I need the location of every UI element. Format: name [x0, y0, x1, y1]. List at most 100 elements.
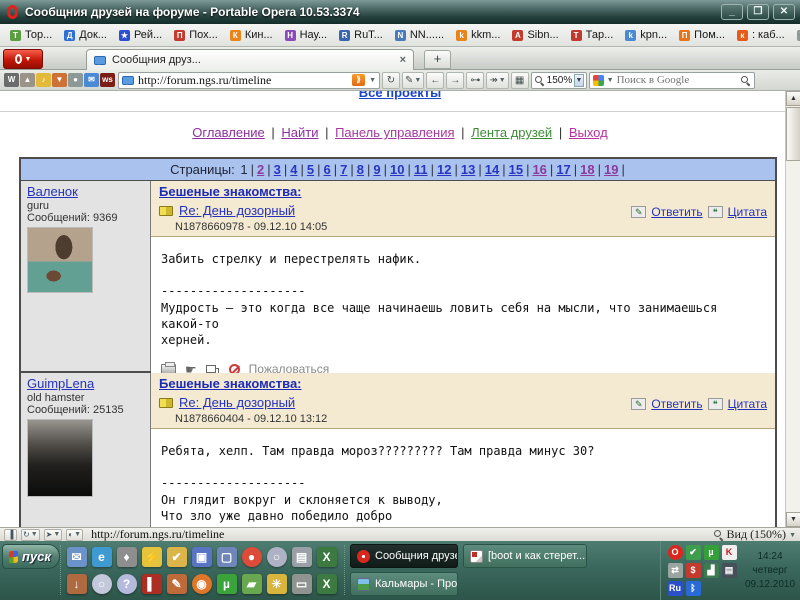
fast-forward-button[interactable]: ↠▼	[486, 72, 508, 89]
opera-menu-button[interactable]: ▼	[3, 49, 43, 69]
printer-icon[interactable]: ▤	[292, 547, 312, 567]
reply-link[interactable]: Ответить	[651, 205, 702, 219]
tab-forum[interactable]: Сообщния друз... ×	[86, 49, 414, 70]
bookmark-item[interactable]: к: каб...	[731, 29, 791, 41]
vertical-scrollbar[interactable]: ▲ ▼	[785, 91, 800, 527]
forward-button[interactable]: →	[446, 72, 464, 89]
sync-icon[interactable]: ↻▼	[21, 529, 40, 541]
excel-doc-icon[interactable]: X	[317, 547, 337, 567]
winamp-classic-icon[interactable]: ♦	[117, 547, 137, 567]
bookmark-item[interactable]: NNN......	[389, 29, 450, 41]
author-link[interactable]: Валенок	[27, 184, 78, 199]
start-button[interactable]: пуск	[2, 544, 60, 569]
page-link[interactable]: 9	[373, 162, 380, 177]
page-link[interactable]: 15	[509, 162, 523, 177]
page-link[interactable]: 7	[340, 162, 347, 177]
mail-icon[interactable]: ✉	[84, 73, 99, 87]
butterfly-icon[interactable]: ✳	[267, 574, 287, 594]
forum-nav-link[interactable]: Найти	[281, 125, 318, 140]
page-link[interactable]: 6	[324, 162, 331, 177]
bookmark-item[interactable]: kkpn...	[619, 29, 673, 41]
restore-button[interactable]: ❐	[747, 4, 769, 20]
taskbar-window-button[interactable]: Сообщния друзей ...	[350, 544, 458, 568]
search-box[interactable]: ▼	[589, 72, 755, 89]
nero-icon[interactable]: ○	[267, 547, 287, 567]
page-link[interactable]: 14	[485, 162, 499, 177]
installer-icon[interactable]: ↓	[67, 574, 87, 594]
page-link[interactable]: 18	[580, 162, 594, 177]
forum-nav-link[interactable]: Выход	[569, 125, 608, 140]
kaspersky-icon[interactable]: K	[722, 545, 737, 560]
page-link[interactable]: 17	[556, 162, 570, 177]
red-book-icon[interactable]: ▌	[142, 574, 162, 594]
view-zoom-control[interactable]: Вид (150%) ▼	[713, 527, 796, 542]
forum-nav-link[interactable]: Лента друзей	[471, 125, 552, 140]
modem-icon[interactable]: ▤	[722, 563, 737, 578]
compose-button[interactable]: ✎▼	[402, 72, 424, 89]
taskbar-window-button[interactable]: Кальмары - Прогр...	[350, 572, 458, 596]
cd-help-icon[interactable]: ?	[117, 574, 137, 594]
forum-nav-link[interactable]: Панель управления	[335, 125, 454, 140]
page-link[interactable]: 16	[532, 162, 546, 177]
page-link[interactable]: 2	[257, 162, 264, 177]
bookmark-item[interactable]: ДДок...	[58, 29, 113, 41]
bookmark-item[interactable]: ★Рей...	[113, 29, 168, 41]
copy-icon[interactable]	[206, 365, 216, 373]
bookmark-item[interactable]: ТТех...	[791, 29, 800, 41]
reload-button[interactable]: ↻	[382, 72, 400, 89]
bookmark-item[interactable]: ТТор...	[4, 29, 58, 41]
address-field[interactable]: http://forum.ngs.ru/timeline ⟫ ▼	[118, 72, 380, 89]
all-projects-link[interactable]: Все проекты	[359, 91, 441, 100]
money-icon[interactable]: $	[686, 563, 701, 578]
pointer-icon[interactable]: ➤▼	[44, 529, 63, 541]
folder-green-icon[interactable]: ▰	[242, 574, 262, 594]
downloads-icon[interactable]: ▼	[52, 73, 67, 87]
reply-link[interactable]: Ответить	[651, 397, 702, 411]
history-icon[interactable]: ●	[68, 73, 83, 87]
page-link[interactable]: 13	[461, 162, 475, 177]
internet-explorer-icon[interactable]: e	[92, 547, 112, 567]
drive-icon[interactable]: ▭	[292, 574, 312, 594]
paint-icon[interactable]: ✎	[167, 574, 187, 594]
page-link[interactable]: 10	[390, 162, 404, 177]
panel-toggle-icon[interactable]: ▐	[4, 529, 17, 541]
page-link[interactable]: 4	[290, 162, 297, 177]
topic-link[interactable]: Re: День дозорный	[179, 203, 295, 218]
back-button[interactable]: ←	[426, 72, 444, 89]
bookmark-item[interactable]: ППом...	[673, 29, 731, 41]
key-wand-button[interactable]: ⊶	[466, 72, 484, 89]
bookmark-item[interactable]: ТТар...	[565, 29, 620, 41]
author-link[interactable]: GuimpLena	[27, 376, 94, 391]
tab-close-icon[interactable]: ×	[400, 54, 406, 66]
outlook-icon[interactable]: ✉	[67, 547, 87, 567]
close-button[interactable]: ✕	[773, 4, 795, 20]
chevron-down-icon[interactable]: ▼	[369, 77, 376, 84]
scroll-down-icon[interactable]: ▼	[786, 512, 800, 527]
bluetooth-icon[interactable]: ᛒ	[686, 581, 701, 596]
page-link[interactable]: 19	[604, 162, 618, 177]
search-input[interactable]	[617, 74, 737, 86]
folder-check-icon[interactable]: ✔	[167, 547, 187, 567]
bookmark-item[interactable]: ППох...	[168, 29, 224, 41]
minimize-button[interactable]: _	[721, 4, 743, 20]
bookmark-item[interactable]: kkkm...	[450, 29, 506, 41]
widgets-icon[interactable]: W	[4, 73, 19, 87]
bookmark-item[interactable]: ККин...	[224, 29, 279, 41]
floppy-icon[interactable]: ▣	[192, 547, 212, 567]
chrome-icon[interactable]: ●	[242, 547, 262, 567]
page-link[interactable]: 11	[414, 162, 428, 177]
quote-link[interactable]: Цитата	[728, 205, 767, 219]
bookmark-item[interactable]: ННау...	[279, 29, 334, 41]
firefox-icon[interactable]: ◉	[192, 574, 212, 594]
my-computer-icon[interactable]: ▢	[217, 547, 237, 567]
search-icon[interactable]	[740, 75, 751, 86]
new-tab-button[interactable]: +	[424, 50, 451, 69]
utorrent-icon[interactable]: µ	[217, 574, 237, 594]
page-link[interactable]: 8	[357, 162, 364, 177]
forum-section-link[interactable]: Бешеные знакомства:	[159, 376, 302, 391]
network-signal-icon[interactable]: ▟	[704, 563, 719, 578]
excel-doc2-icon[interactable]: X	[317, 574, 337, 594]
cd-icon[interactable]: ○	[92, 574, 112, 594]
page-link[interactable]: 3	[274, 162, 281, 177]
usb-icon[interactable]: ⇄	[668, 563, 683, 578]
